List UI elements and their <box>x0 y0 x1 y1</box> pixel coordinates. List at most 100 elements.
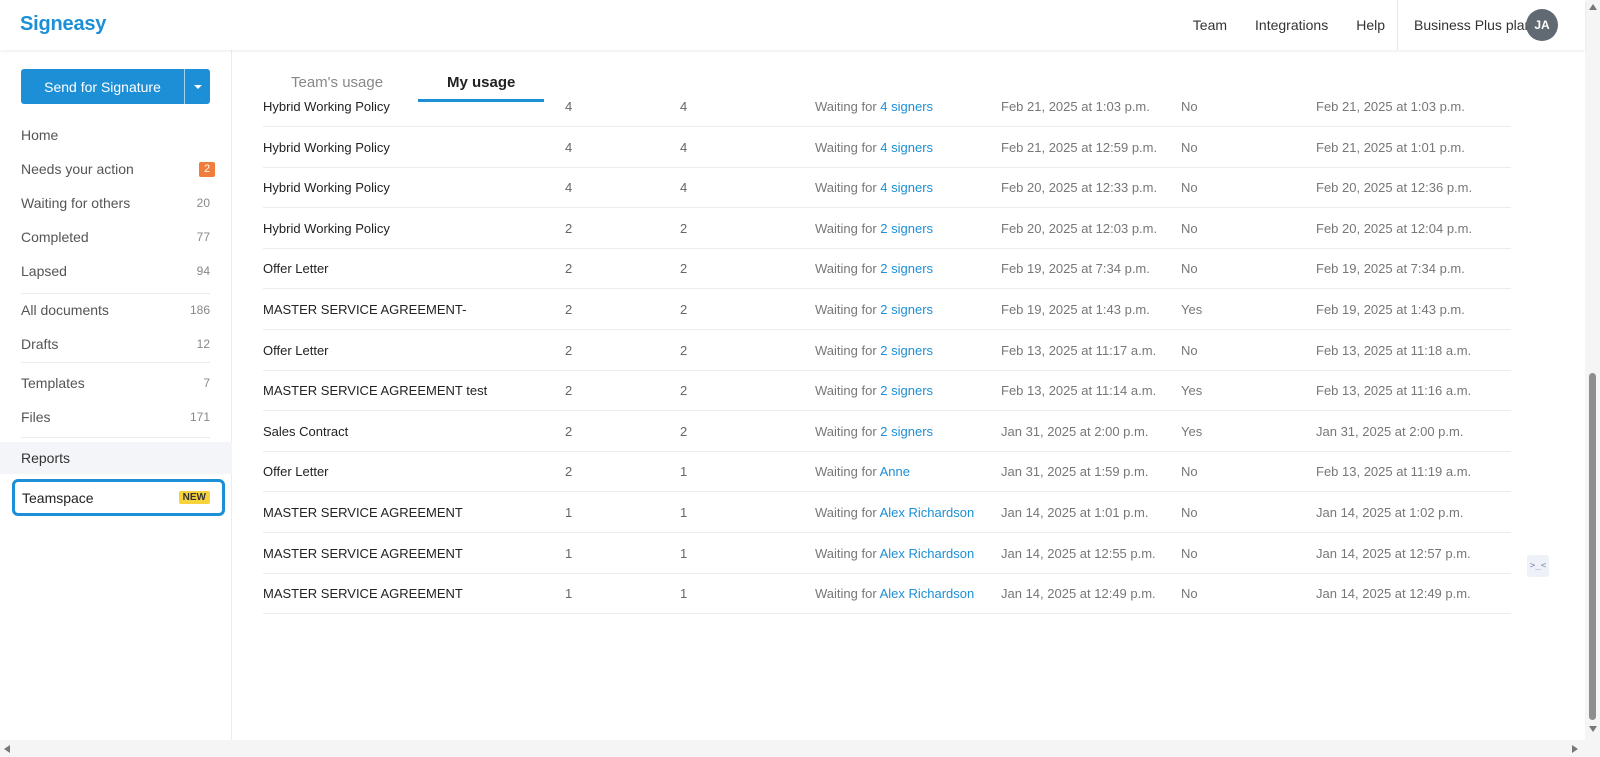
status-text: Waiting for Alex Richardson <box>815 586 974 601</box>
signers-link[interactable]: 4 signers <box>880 180 933 195</box>
sidebar-item-reports[interactable]: Reports <box>0 443 232 473</box>
sidebar-item-count: 171 <box>189 410 210 424</box>
last-activity-date: Feb 20, 2025 at 12:36 p.m. <box>1316 180 1473 196</box>
status-prefix: Waiting for <box>815 302 877 317</box>
vertical-scrollbar[interactable] <box>1585 0 1600 740</box>
table-row[interactable]: Hybrid Working Policy 4 4 Waiting for 4 sig… <box>263 127 1511 168</box>
scroll-left-icon[interactable] <box>4 745 10 753</box>
table-row[interactable]: Offer Letter 2 2 Waiting for 2 signers Feb 1… <box>263 248 1511 290</box>
signers-link[interactable]: Alex Richardson <box>880 586 975 601</box>
flag-value: Yes <box>1181 383 1203 399</box>
nav-team[interactable]: Team <box>1193 17 1227 33</box>
sidebar-item-completed[interactable]: Completed 77 <box>0 222 232 252</box>
status-text: Waiting for 2 signers <box>815 343 933 358</box>
send-button-label: Send for Signature <box>44 78 161 95</box>
table-row[interactable]: MASTER SERVICE AGREEMENT- 2 2 Waiting for 2… <box>263 289 1511 330</box>
scroll-down-icon[interactable] <box>1589 726 1597 732</box>
last-activity-date: Feb 13, 2025 at 11:19 a.m. <box>1316 464 1472 480</box>
signers-link[interactable]: 2 signers <box>880 221 933 236</box>
document-name: Hybrid Working Policy <box>263 139 390 155</box>
table-row[interactable]: MASTER SERVICE AGREEMENT 1 1 Waiting for Al… <box>263 573 1511 615</box>
active-tab-indicator <box>418 99 544 102</box>
table-row[interactable]: MASTER SERVICE AGREEMENT test 2 2 Waiting f… <box>263 370 1511 412</box>
status-prefix: Waiting for <box>815 545 877 561</box>
send-for-signature-button[interactable]: Send for Signature <box>21 69 210 104</box>
flag-value: No <box>1181 464 1198 480</box>
sidebar-item-files[interactable]: Files 171 <box>0 402 232 432</box>
send-options-dropdown[interactable] <box>184 69 210 104</box>
plan-label[interactable]: Business Plus plan <box>1414 17 1532 33</box>
table-row[interactable]: Offer Letter 2 2 Waiting for 2 signers Feb 1… <box>263 330 1511 371</box>
status-prefix: Waiting for <box>815 180 877 196</box>
scroll-up-icon[interactable] <box>1589 4 1597 10</box>
sent-date: Jan 14, 2025 at 12:49 p.m. <box>1001 586 1156 602</box>
chevron-down-icon <box>193 84 202 89</box>
signers-link[interactable]: 2 signers <box>880 261 933 276</box>
sidebar-item-label: Home <box>21 127 59 143</box>
document-name: MASTER SERVICE AGREEMENT <box>263 545 463 561</box>
table-row[interactable]: Hybrid Working Policy 4 4 Waiting for 4 sig… <box>263 167 1511 209</box>
sidebar-item-templates[interactable]: Templates 7 <box>0 368 232 398</box>
sent-date: Feb 13, 2025 at 11:14 a.m. <box>1001 383 1157 399</box>
pending-count: 2 <box>680 220 688 236</box>
signers-count: 2 <box>565 423 573 439</box>
sidebar-item-label: Lapsed <box>21 263 67 279</box>
sent-date: Feb 20, 2025 at 12:03 p.m. <box>1001 220 1158 236</box>
top-nav: Team Integrations Help <box>1193 0 1385 50</box>
sidebar-item-label: Drafts <box>21 336 59 352</box>
table-row[interactable]: MASTER SERVICE AGREEMENT 1 1 Waiting for Al… <box>263 533 1511 574</box>
sidebar-item-label: Waiting for others <box>21 195 131 211</box>
flag-value: Yes <box>1181 423 1203 439</box>
top-header: Signeasy Team Integrations Help Business… <box>0 0 1585 50</box>
last-activity-date: Feb 13, 2025 at 11:16 a.m. <box>1316 383 1472 399</box>
sidebar-item-drafts[interactable]: Drafts 12 <box>0 329 232 359</box>
signers-count: 2 <box>565 302 573 317</box>
tab-teams-usage[interactable]: Team's usage <box>291 74 383 91</box>
status-text: Waiting for 2 signers <box>815 221 933 236</box>
status-prefix: Waiting for <box>815 383 877 399</box>
sidebar-item-label: Reports <box>21 450 71 466</box>
avatar[interactable]: JA <box>1526 9 1558 41</box>
document-name: MASTER SERVICE AGREEMENT <box>263 586 463 602</box>
nav-integrations[interactable]: Integrations <box>1255 17 1328 33</box>
needs-action-badge: 2 <box>199 161 215 177</box>
sidebar-item-lapsed[interactable]: Lapsed 94 <box>0 256 232 286</box>
table-row[interactable]: MASTER SERVICE AGREEMENT 1 1 Waiting for Al… <box>263 492 1511 533</box>
tab-my-usage[interactable]: My usage <box>447 74 515 91</box>
scroll-right-icon[interactable] <box>1572 745 1578 753</box>
sidebar-item-needs-your-action[interactable]: Needs your action 2 <box>0 154 232 184</box>
table-row[interactable]: Sales Contract 2 2 Waiting for 2 signers Jan… <box>263 411 1511 452</box>
flag-value: No <box>1181 261 1198 277</box>
sidebar-item-all-documents[interactable]: All documents 186 <box>0 295 232 325</box>
status-text: Waiting for Anne <box>815 464 910 479</box>
flag-value: No <box>1181 586 1198 602</box>
table-row[interactable]: Hybrid Working Policy 2 2 Waiting for 2 sig… <box>263 208 1511 249</box>
flag-value: No <box>1181 180 1198 196</box>
last-activity-date: Feb 21, 2025 at 1:01 p.m. <box>1316 139 1465 155</box>
nav-help[interactable]: Help <box>1356 17 1385 33</box>
sidebar-item-label: Completed <box>21 229 89 245</box>
sidebar-item-waiting-for-others[interactable]: Waiting for others 20 <box>0 188 232 218</box>
sent-date: Feb 21, 2025 at 12:59 p.m. <box>1001 139 1158 155</box>
flag-value: No <box>1181 545 1198 561</box>
sent-date: Jan 14, 2025 at 12:55 p.m. <box>1001 545 1156 561</box>
usage-tabs: Team's usage My usage <box>232 50 1552 102</box>
signers-link[interactable]: Anne <box>880 464 910 479</box>
signers-link[interactable]: 4 signers <box>880 140 933 155</box>
signers-link[interactable]: 2 signers <box>880 383 933 398</box>
signers-link[interactable]: Alex Richardson <box>880 546 975 561</box>
chat-widget-icon[interactable]: >_< <box>1527 555 1549 577</box>
signers-link[interactable]: 2 signers <box>880 343 933 358</box>
status-text: Waiting for 2 signers <box>815 424 933 439</box>
signers-link[interactable]: 2 signers <box>880 302 933 317</box>
flag-value: No <box>1181 505 1198 520</box>
scrollbar-thumb[interactable] <box>1589 373 1596 720</box>
sidebar-item-teamspace[interactable]: Teamspace NEW <box>12 479 225 516</box>
sidebar-item-label: Files <box>21 409 51 425</box>
signers-link[interactable]: 2 signers <box>880 424 933 439</box>
signers-link[interactable]: Alex Richardson <box>880 505 975 520</box>
table-row[interactable]: Offer Letter 2 1 Waiting for Anne Jan 31, 20… <box>263 451 1511 493</box>
signeasy-logo[interactable]: Signeasy <box>20 13 106 36</box>
horizontal-scrollbar[interactable] <box>0 740 1600 757</box>
sidebar-item-home[interactable]: Home <box>0 120 232 150</box>
